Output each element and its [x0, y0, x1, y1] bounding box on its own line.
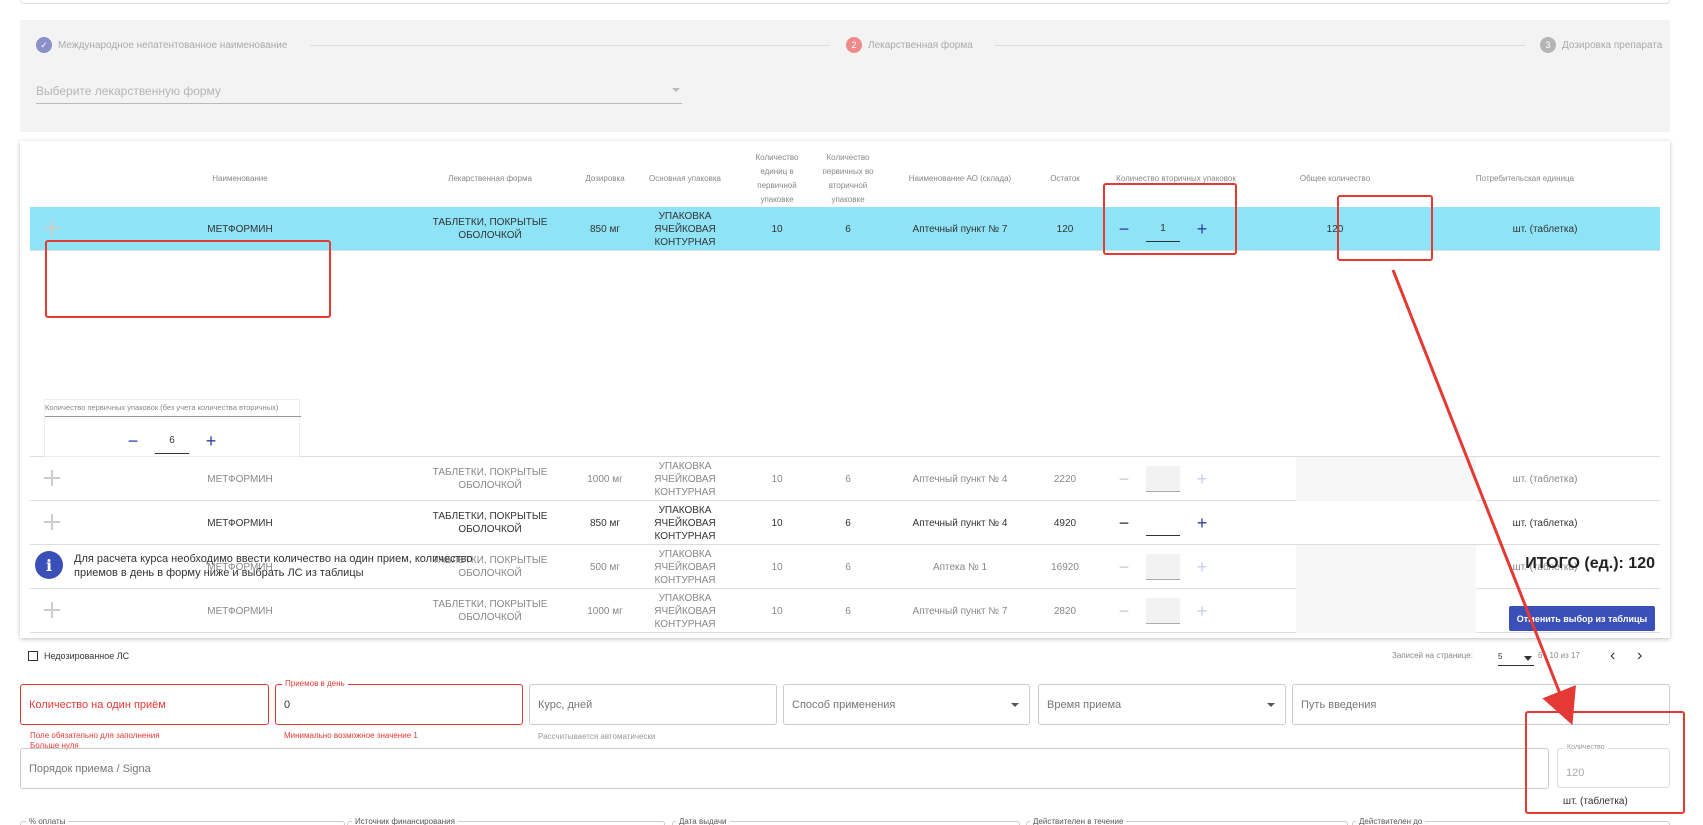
annotation-arrow [1391, 269, 1576, 726]
